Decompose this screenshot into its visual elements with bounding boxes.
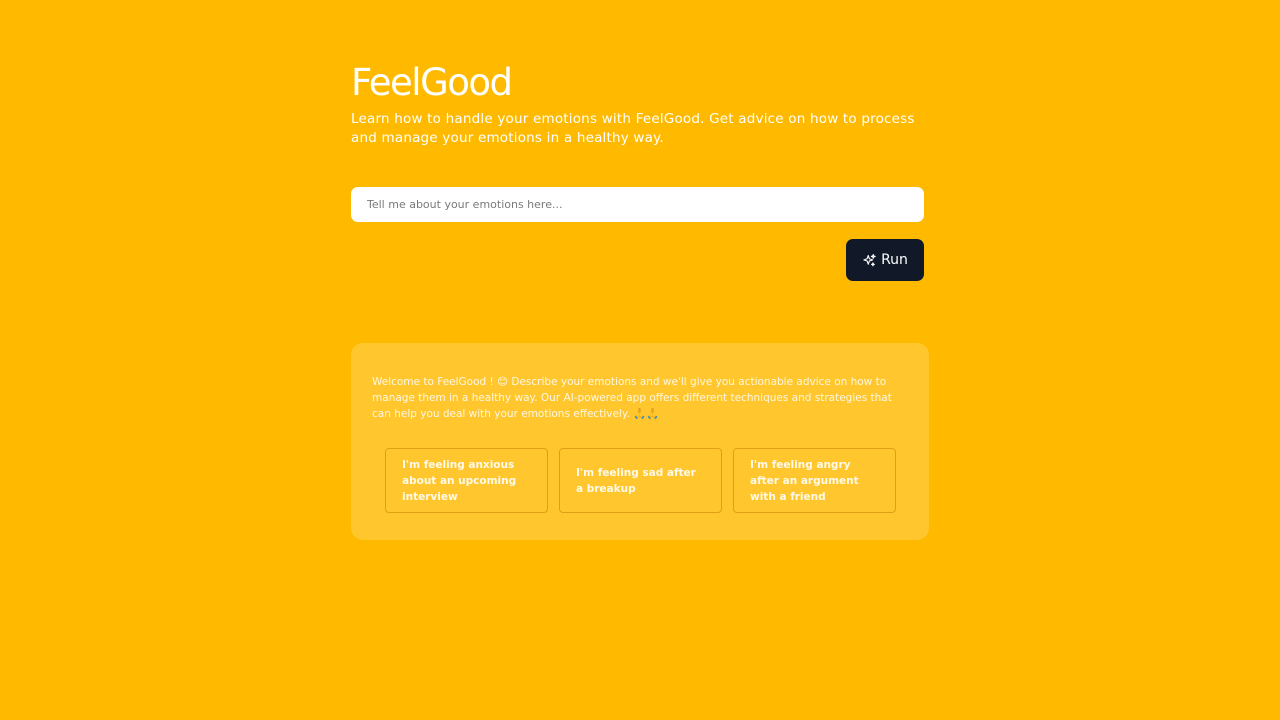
emotion-input-wrapper: [351, 187, 924, 222]
main-container: FeelGood Learn how to handle your emotio…: [351, 60, 929, 540]
suggestion-angry-argument[interactable]: I'm feeling angry after an argument with…: [733, 448, 896, 513]
run-button-label: Run: [881, 252, 908, 268]
run-button[interactable]: Run: [846, 239, 924, 281]
emotion-input[interactable]: [351, 187, 924, 222]
welcome-card: Welcome to FeelGood ! 😊 Describe your em…: [351, 343, 929, 540]
welcome-message: Welcome to FeelGood ! 😊 Describe your em…: [372, 376, 892, 420]
suggestion-sad-breakup[interactable]: I'm feeling sad after a breakup: [559, 448, 722, 513]
suggestion-anxious-interview[interactable]: I'm feeling anxious about an upcoming in…: [385, 448, 548, 513]
suggestion-list: I'm feeling anxious about an upcoming in…: [385, 448, 896, 513]
sparkles-icon: [863, 253, 876, 266]
app-title: FeelGood: [351, 61, 513, 104]
app-subtitle: Learn how to handle your emotions with F…: [351, 111, 915, 146]
